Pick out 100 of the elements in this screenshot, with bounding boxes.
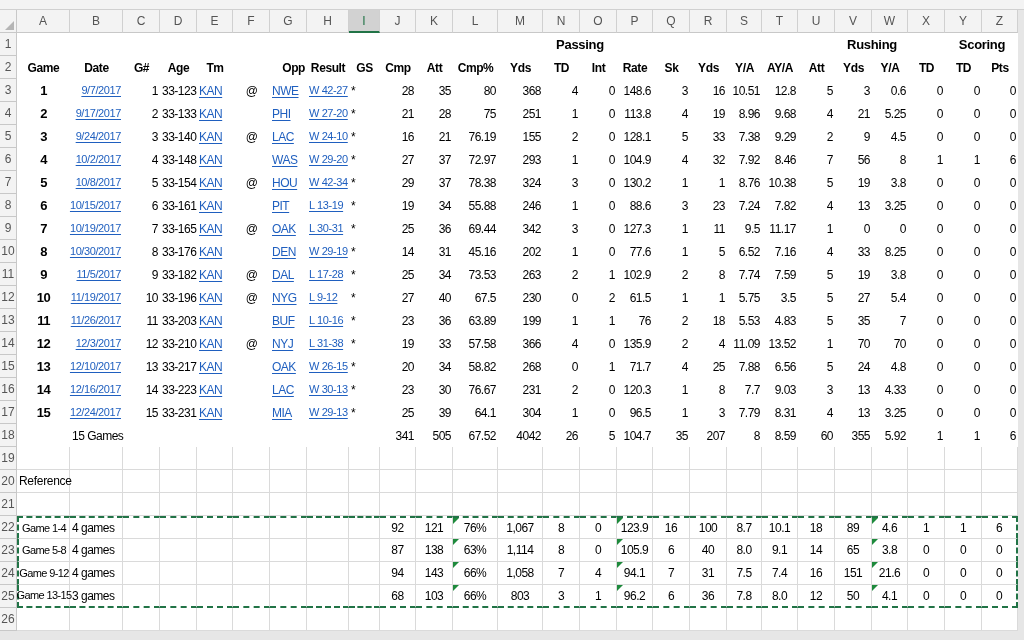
link[interactable]: KAN — [199, 357, 223, 376]
link[interactable]: W 42-27 — [309, 82, 348, 99]
link[interactable]: W 30-13 — [309, 381, 348, 398]
table-cell[interactable]: 8 — [543, 539, 580, 562]
table-cell[interactable]: 1,058 — [498, 562, 543, 585]
table-cell[interactable]: 87 — [380, 539, 416, 562]
column-header[interactable]: P — [617, 10, 653, 33]
link[interactable]: KAN — [199, 380, 223, 399]
table-cell[interactable]: 4 games — [70, 539, 123, 562]
link[interactable]: W 26-15 — [309, 358, 348, 375]
link[interactable]: W 24-10 — [309, 128, 348, 145]
row-header[interactable]: 10 — [0, 240, 17, 263]
table-cell[interactable]: Game 1-4 — [17, 516, 70, 539]
column-header[interactable]: L — [453, 10, 498, 33]
table-cell[interactable]: Game 9-12 — [17, 562, 70, 585]
table-cell[interactable]: 12 — [798, 585, 835, 608]
link[interactable]: 11/19/2017 — [70, 289, 121, 306]
row-header[interactable]: 15 — [0, 355, 17, 378]
link[interactable]: KAN — [199, 242, 223, 261]
table-cell[interactable]: 100 — [690, 516, 727, 539]
table-cell[interactable]: 0 — [945, 585, 982, 608]
link[interactable]: BUF — [272, 311, 295, 330]
table-cell[interactable]: 21.6 — [872, 562, 908, 585]
row-header[interactable]: 17 — [0, 401, 17, 424]
link[interactable]: L 17-28 — [309, 266, 344, 283]
link[interactable]: 10/30/2017 — [69, 243, 121, 260]
table-cell[interactable]: 4 games — [70, 516, 123, 539]
link[interactable]: KAN — [199, 288, 223, 307]
column-header[interactable]: U — [798, 10, 835, 33]
table-cell[interactable]: 63% — [453, 539, 498, 562]
empty-cell[interactable] — [349, 516, 380, 539]
link[interactable]: NWE — [272, 81, 299, 100]
link[interactable]: 10/15/2017 — [69, 197, 121, 214]
link[interactable]: KAN — [199, 311, 223, 330]
table-cell[interactable]: 18 — [798, 516, 835, 539]
table-cell[interactable]: 1 — [908, 516, 945, 539]
link[interactable]: KAN — [199, 104, 223, 123]
link[interactable]: L 31-38 — [309, 335, 344, 352]
link[interactable]: 12/10/2017 — [69, 358, 121, 375]
row-header[interactable]: 8 — [0, 194, 17, 217]
column-header[interactable]: M — [498, 10, 543, 33]
table-cell[interactable]: 7.4 — [762, 562, 798, 585]
column-header[interactable]: C — [123, 10, 160, 33]
table-cell[interactable]: 4 games — [70, 562, 123, 585]
table-cell[interactable]: 0 — [908, 562, 945, 585]
link[interactable]: KAN — [199, 173, 223, 192]
select-all-button[interactable] — [0, 10, 17, 33]
link[interactable]: NYJ — [272, 334, 294, 353]
column-header[interactable]: A — [17, 10, 70, 33]
table-cell[interactable]: 10.1 — [762, 516, 798, 539]
link[interactable]: OAK — [272, 219, 296, 238]
column-header[interactable]: D — [160, 10, 197, 33]
link[interactable]: HOU — [272, 173, 298, 192]
table-cell[interactable]: 0 — [982, 539, 1018, 562]
table-cell[interactable]: 0 — [982, 562, 1018, 585]
link[interactable]: LAC — [272, 127, 294, 146]
link[interactable]: 9/24/2017 — [75, 128, 121, 145]
link[interactable]: 12/3/2017 — [75, 335, 121, 352]
column-header[interactable]: R — [690, 10, 727, 33]
table-cell[interactable]: 68 — [380, 585, 416, 608]
column-header[interactable]: E — [197, 10, 233, 33]
row-header[interactable]: 13 — [0, 309, 17, 332]
table-cell[interactable]: Game 5-8 — [17, 539, 70, 562]
row-header[interactable]: 19 — [0, 447, 17, 470]
link[interactable]: 9/17/2017 — [75, 105, 121, 122]
table-cell[interactable]: 66% — [453, 585, 498, 608]
column-header[interactable]: T — [762, 10, 798, 33]
column-header[interactable]: S — [727, 10, 762, 33]
link[interactable]: KAN — [199, 219, 223, 238]
link[interactable]: OAK — [272, 357, 296, 376]
link[interactable]: L 10-16 — [309, 312, 344, 329]
link[interactable]: 10/19/2017 — [69, 220, 121, 237]
table-cell[interactable]: 105.9 — [617, 539, 653, 562]
table-cell[interactable]: 7.5 — [727, 562, 762, 585]
table-cell[interactable]: 6 — [653, 539, 690, 562]
link[interactable]: W 29-20 — [309, 151, 348, 168]
table-cell[interactable]: 40 — [690, 539, 727, 562]
link[interactable]: KAN — [199, 403, 223, 422]
link[interactable]: W 27-20 — [309, 105, 348, 122]
table-cell[interactable]: 4.6 — [872, 516, 908, 539]
column-header[interactable]: X — [908, 10, 945, 33]
link[interactable]: W 29-19 — [309, 243, 348, 260]
link[interactable]: DAL — [272, 265, 294, 284]
empty-cell[interactable] — [123, 516, 160, 539]
link[interactable]: KAN — [199, 127, 223, 146]
empty-cell[interactable] — [160, 516, 197, 539]
table-cell[interactable]: 8.0 — [762, 585, 798, 608]
table-cell[interactable]: 94 — [380, 562, 416, 585]
link[interactable]: NYG — [272, 288, 297, 307]
table-cell[interactable]: 3 — [543, 585, 580, 608]
link[interactable]: W 42-34 — [309, 174, 348, 191]
table-cell[interactable]: 0 — [945, 539, 982, 562]
table-cell[interactable]: 66% — [453, 562, 498, 585]
table-cell[interactable]: 3.8 — [872, 539, 908, 562]
row-header[interactable]: 18 — [0, 424, 17, 447]
link[interactable]: KAN — [199, 334, 223, 353]
link[interactable]: L 9-12 — [309, 289, 338, 306]
row-header[interactable]: 6 — [0, 148, 17, 171]
table-cell[interactable]: 96.2 — [617, 585, 653, 608]
table-cell[interactable]: 36 — [690, 585, 727, 608]
